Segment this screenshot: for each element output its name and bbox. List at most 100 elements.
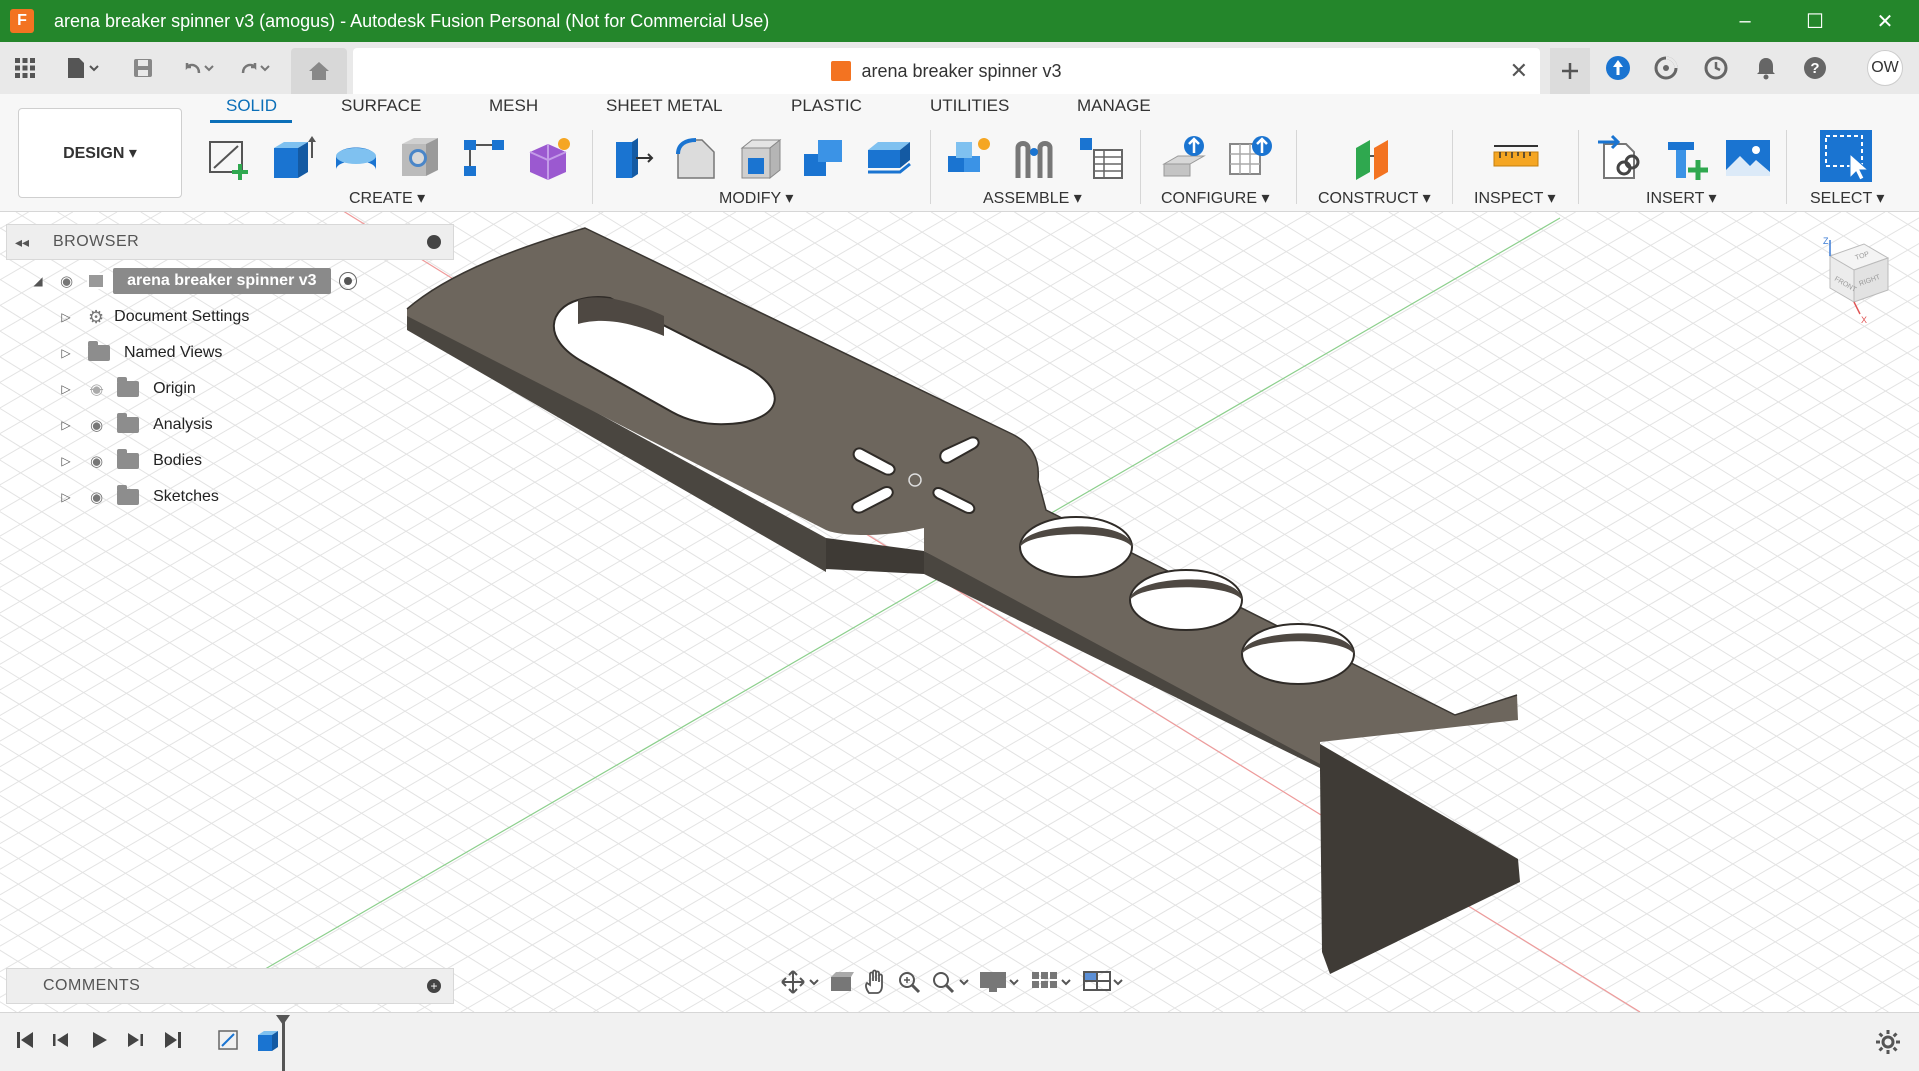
browser-item-origin[interactable]: ▷ ◉ Origin (60, 374, 196, 404)
visibility-eye-icon[interactable]: ◉ (90, 452, 103, 470)
extensions-icon[interactable] (1600, 50, 1636, 86)
viewports-icon[interactable] (1082, 969, 1126, 995)
workspace-switcher[interactable]: DESIGN ▾ (18, 108, 182, 198)
expand-arrow-icon[interactable]: ▷ (60, 454, 72, 468)
canvas-image-icon[interactable] (1724, 134, 1772, 182)
display-settings-icon[interactable] (978, 969, 1022, 995)
expand-arrow-icon[interactable]: ▷ (60, 310, 72, 324)
tab-sheet-metal[interactable]: SHEET METAL (606, 96, 723, 116)
viewcube[interactable]: TOP FRONT RIGHT Z X (1808, 236, 1908, 336)
create-sketch-icon[interactable] (204, 134, 252, 182)
document-tab[interactable]: arena breaker spinner v3 ✕ (353, 48, 1540, 94)
browser-item-bodies[interactable]: ▷ ◉ Bodies (60, 446, 202, 476)
pan-hand-icon[interactable] (862, 969, 888, 995)
zoom-icon[interactable] (896, 969, 922, 995)
select-tool-icon[interactable] (1818, 128, 1874, 184)
play-icon[interactable] (88, 1029, 110, 1051)
extrude-icon[interactable] (268, 134, 316, 182)
tab-plastic[interactable]: PLASTIC (791, 96, 862, 116)
tab-surface[interactable]: SURFACE (341, 96, 421, 116)
new-component-icon[interactable] (944, 134, 992, 182)
create-group-label[interactable]: CREATE ▾ (349, 188, 425, 208)
home-tab-icon[interactable] (291, 48, 347, 94)
browser-root-node[interactable]: ◢ ◉ arena breaker spinner v3 (32, 266, 357, 296)
offset-plane-icon[interactable] (1352, 134, 1400, 182)
timeline-marker[interactable] (282, 1019, 285, 1071)
press-pull-icon[interactable] (608, 134, 656, 182)
browser-pin-icon[interactable] (427, 235, 441, 249)
tab-mesh[interactable]: MESH (489, 96, 538, 116)
insert-mcmaster-icon[interactable] (1662, 134, 1710, 182)
step-forward-icon[interactable] (124, 1029, 146, 1051)
modify-group-label[interactable]: MODIFY ▾ (719, 188, 793, 208)
maximize-button[interactable]: ☐ (1780, 0, 1850, 42)
expand-arrow-icon[interactable]: ▷ (60, 418, 72, 432)
history-clock-icon[interactable] (1698, 50, 1734, 86)
tab-utilities[interactable]: UTILITIES (930, 96, 1009, 116)
go-to-start-icon[interactable] (14, 1029, 36, 1051)
root-component-label[interactable]: arena breaker spinner v3 (113, 268, 331, 294)
expand-arrow-icon[interactable]: ▷ (60, 346, 72, 360)
timeline-marker-handle-icon[interactable] (276, 1015, 290, 1025)
close-window-button[interactable]: ✕ (1850, 0, 1919, 42)
user-avatar[interactable]: OW (1867, 50, 1903, 86)
file-menu-icon[interactable] (60, 50, 104, 86)
tab-manage[interactable]: MANAGE (1077, 96, 1151, 116)
undo-icon[interactable] (178, 50, 218, 86)
timeline-sketch-feature-icon[interactable] (216, 1027, 244, 1055)
hole-icon[interactable] (396, 134, 444, 182)
select-group-label[interactable]: SELECT ▾ (1810, 188, 1884, 208)
look-at-icon[interactable] (828, 969, 854, 995)
bill-of-materials-icon[interactable] (1076, 134, 1124, 182)
shell-icon[interactable] (736, 134, 784, 182)
timeline-settings-gear-icon[interactable] (1875, 1029, 1901, 1055)
fillet-icon[interactable] (672, 134, 720, 182)
assemble-group-label[interactable]: ASSEMBLE ▾ (983, 188, 1082, 208)
visibility-eye-icon[interactable]: ◉ (60, 272, 73, 290)
browser-item-named-views[interactable]: ▷ Named Views (60, 338, 222, 368)
visibility-eye-icon[interactable]: ◉ (90, 488, 103, 506)
job-status-icon[interactable] (1648, 50, 1684, 86)
joint-icon[interactable] (1010, 134, 1058, 182)
visibility-eye-icon[interactable]: ◉ (90, 416, 103, 434)
add-comment-icon[interactable]: + (427, 979, 441, 993)
measure-icon[interactable] (1492, 134, 1540, 182)
collapse-panel-icon[interactable]: ◂◂ (15, 234, 37, 251)
step-back-icon[interactable] (50, 1029, 72, 1051)
revolve-icon[interactable] (332, 134, 380, 182)
expand-collapse-icon[interactable]: ◢ (32, 274, 44, 288)
combine-icon[interactable] (800, 134, 848, 182)
help-icon[interactable]: ? (1797, 50, 1833, 86)
close-tab-icon[interactable]: ✕ (1510, 58, 1528, 84)
visibility-hidden-icon[interactable]: ◉ (90, 380, 103, 398)
expand-arrow-icon[interactable]: ▷ (60, 490, 72, 504)
new-tab-plus-icon[interactable] (1550, 48, 1590, 94)
data-panel-grid-icon[interactable] (10, 50, 40, 86)
pattern-icon[interactable] (460, 134, 508, 182)
configure-group-label[interactable]: CONFIGURE ▾ (1161, 188, 1269, 208)
construct-group-label[interactable]: CONSTRUCT ▾ (1318, 188, 1431, 208)
minimize-button[interactable]: – (1710, 0, 1780, 42)
create-form-icon[interactable] (524, 134, 572, 182)
configure-icon[interactable] (1160, 134, 1208, 182)
go-to-end-icon[interactable] (162, 1029, 184, 1051)
grid-snaps-icon[interactable] (1030, 969, 1074, 995)
orbit-icon[interactable] (780, 969, 820, 995)
activate-radio-icon[interactable] (338, 272, 357, 290)
notifications-bell-icon[interactable] (1748, 50, 1784, 86)
offset-face-icon[interactable] (864, 134, 912, 182)
ribbon-separator (1578, 130, 1579, 204)
configuration-table-icon[interactable] (1226, 134, 1274, 182)
inspect-group-label[interactable]: INSPECT ▾ (1474, 188, 1556, 208)
expand-arrow-icon[interactable]: ▷ (60, 382, 72, 396)
tab-solid[interactable]: SOLID (226, 96, 277, 116)
insert-group-label[interactable]: INSERT ▾ (1646, 188, 1717, 208)
browser-item-analysis[interactable]: ▷ ◉ Analysis (60, 410, 213, 440)
redo-icon[interactable] (234, 50, 274, 86)
browser-item-document-settings[interactable]: ▷ ⚙ Document Settings (60, 302, 249, 332)
browser-item-sketches[interactable]: ▷ ◉ Sketches (60, 482, 219, 512)
fit-zoom-icon[interactable] (930, 969, 970, 995)
insert-derive-icon[interactable] (1596, 134, 1644, 182)
save-icon[interactable] (128, 50, 158, 86)
timeline-extrude-feature-icon[interactable] (254, 1027, 282, 1055)
